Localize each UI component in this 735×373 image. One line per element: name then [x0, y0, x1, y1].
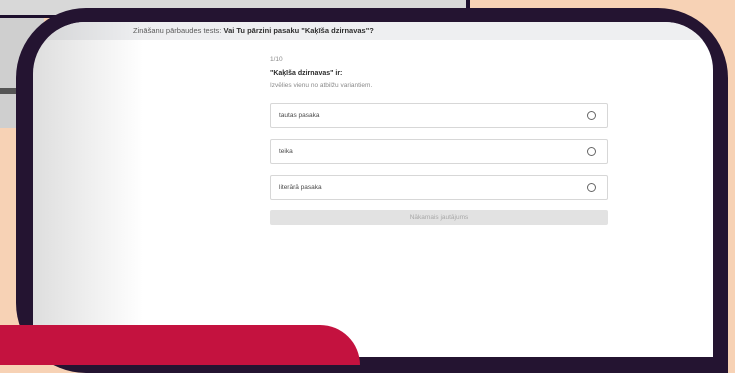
radio-button-icon[interactable]: [587, 147, 596, 156]
test-header: Zināšanu pārbaudes tests: Vai Tu pārzini…: [33, 22, 713, 40]
radio-button-icon[interactable]: [587, 183, 596, 192]
answer-option-label: literārā pasaka: [279, 184, 322, 191]
test-header-prefix: Zināšanu pārbaudes tests:: [133, 26, 222, 35]
question-counter: 1/10: [270, 56, 283, 63]
answer-option-label: teika: [279, 148, 293, 155]
answer-option[interactable]: teika: [270, 139, 608, 164]
answer-option-label: tautas pasaka: [279, 112, 320, 119]
question-text: "Kaķīša dzirnavas" ir:: [270, 70, 343, 77]
decorative-red-shape: [0, 325, 360, 365]
screen-glare: [33, 22, 143, 357]
quiz-content: 1/10 "Kaķīša dzirnavas" ir: Izvēlies vie…: [270, 56, 610, 225]
question-instruction: Izvēlies vienu no atbilžu variantiem.: [270, 82, 373, 89]
phone-screen: Zināšanu pārbaudes tests: Vai Tu pārzini…: [33, 22, 713, 357]
next-question-button[interactable]: Nākamais jautājums: [270, 210, 608, 225]
radio-button-icon[interactable]: [587, 111, 596, 120]
test-title: Vai Tu pārzini pasaku "Kaķīša dzirnavas"…: [223, 26, 374, 35]
answer-option[interactable]: literārā pasaka: [270, 175, 608, 200]
answer-option[interactable]: tautas pasaka: [270, 103, 608, 128]
answer-options: tautas pasaka teika literārā pasaka: [270, 103, 610, 200]
